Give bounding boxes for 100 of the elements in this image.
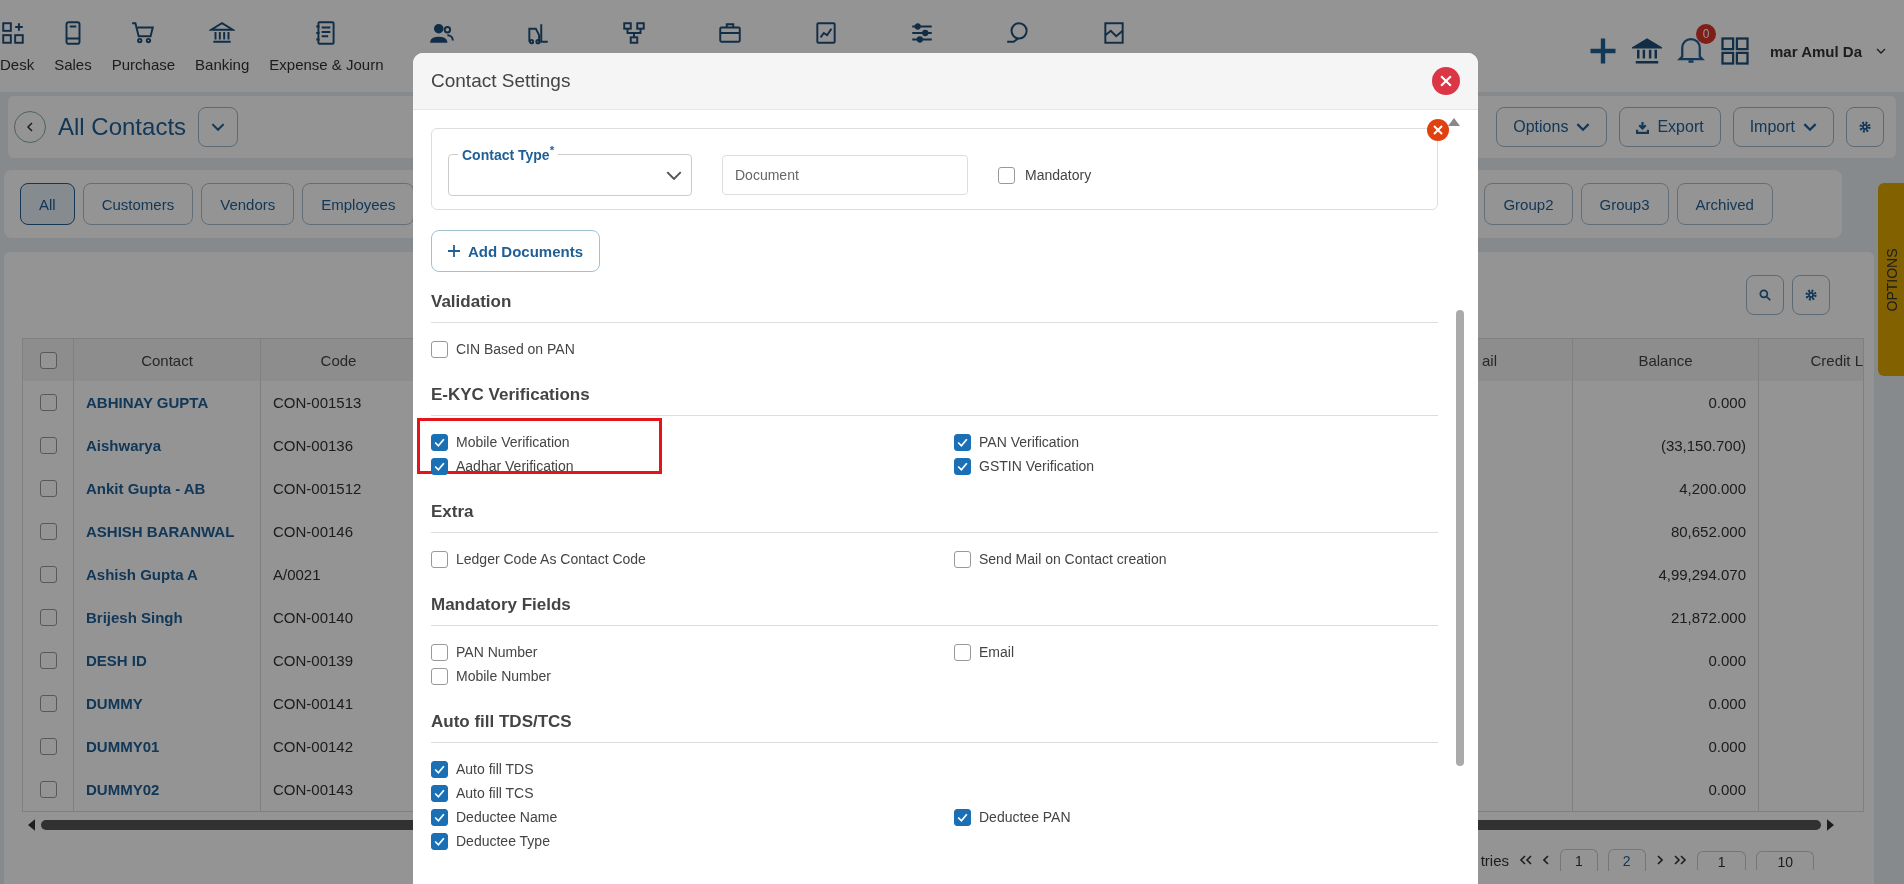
- table-cell: CON-00136: [273, 437, 354, 454]
- page-size-select[interactable]: 10: [1756, 850, 1814, 870]
- scroll-up-icon[interactable]: [1448, 118, 1460, 126]
- nav-item[interactable]: Purchase: [101, 20, 186, 73]
- chevron-down-icon: [211, 122, 226, 132]
- page-button[interactable]: 2: [1607, 849, 1646, 871]
- nav-item[interactable]: Banking: [185, 20, 260, 73]
- table-cell: CON-00143: [273, 781, 354, 798]
- scroll-left-icon[interactable]: [28, 819, 35, 831]
- checkbox-label: Deductee Type: [456, 833, 550, 849]
- checkbox-label: Mobile Number: [456, 668, 551, 684]
- table-cell: 0.000: [1708, 652, 1746, 669]
- plus-icon[interactable]: [1588, 36, 1618, 66]
- checkbox[interactable]: [954, 643, 971, 661]
- section-heading: E-KYC Verifications: [431, 375, 1438, 416]
- contact-link[interactable]: DUMMY: [86, 695, 143, 712]
- contact-link[interactable]: DUMMY01: [86, 738, 160, 755]
- settings-button[interactable]: [1846, 107, 1884, 147]
- scroll-right-icon[interactable]: [1827, 819, 1834, 831]
- column-header: Balance: [1638, 351, 1693, 369]
- table-cell: 0.000: [1708, 394, 1746, 411]
- nav-item[interactable]: Desk: [0, 20, 45, 73]
- briefcase-icon[interactable]: [716, 20, 743, 46]
- checkbox[interactable]: [431, 643, 448, 661]
- caret-icon[interactable]: [1876, 48, 1886, 54]
- page-input[interactable]: 1: [1696, 850, 1747, 870]
- column-header: Code: [320, 351, 357, 369]
- contact-link[interactable]: DUMMY02: [86, 781, 160, 798]
- network-icon[interactable]: [620, 20, 647, 46]
- row-checkbox[interactable]: [39, 738, 57, 755]
- row-checkbox[interactable]: [39, 480, 57, 497]
- checkbox[interactable]: [431, 433, 448, 451]
- cart-icon[interactable]: [130, 20, 157, 46]
- select-all-checkbox[interactable]: [39, 351, 57, 369]
- first-page-icon[interactable]: [1519, 855, 1534, 865]
- contact-link[interactable]: DESH ID: [86, 652, 147, 669]
- user-name[interactable]: mar Amul Da: [1770, 42, 1862, 60]
- checkbox[interactable]: [431, 808, 448, 826]
- row-checkbox[interactable]: [39, 781, 57, 798]
- filter-tab[interactable]: Employees: [302, 183, 415, 225]
- page-button[interactable]: 1: [1560, 849, 1598, 871]
- contact-link[interactable]: Aishwarya: [86, 437, 162, 454]
- row-checkbox[interactable]: [39, 652, 57, 669]
- bank-icon[interactable]: [1632, 36, 1662, 66]
- checkbox[interactable]: [954, 457, 971, 475]
- bank-icon[interactable]: [209, 20, 236, 46]
- table-cell: 80,652.000: [1670, 523, 1746, 540]
- settings-button[interactable]: [1792, 275, 1830, 315]
- toolbar-button[interactable]: Export: [1619, 107, 1721, 147]
- checkbox[interactable]: [431, 760, 448, 778]
- apps-icon[interactable]: [1720, 36, 1750, 66]
- checkbox[interactable]: [431, 784, 448, 802]
- contact-link[interactable]: Ashish Gupta A: [86, 566, 198, 583]
- filter-tab[interactable]: Vendors: [201, 183, 295, 225]
- vertical-scrollbar[interactable]: [1456, 310, 1464, 766]
- options-side-tab[interactable]: OPTIONS: [1878, 183, 1904, 376]
- row-checkbox[interactable]: [39, 566, 57, 583]
- checkbox[interactable]: [954, 808, 971, 826]
- row-checkbox[interactable]: [39, 695, 57, 712]
- section-heading: Auto fill TDS/TCS: [431, 702, 1438, 743]
- next-page-icon[interactable]: [1655, 855, 1663, 865]
- section-heading: Mandatory Fields: [431, 585, 1438, 626]
- row-checkbox[interactable]: [39, 523, 57, 540]
- checkbox[interactable]: [431, 457, 448, 475]
- filter-tab[interactable]: Archived: [1676, 183, 1773, 225]
- contact-type-select[interactable]: Contact Type$^{*}$: [448, 140, 692, 196]
- previous-page-icon[interactable]: [1543, 855, 1551, 865]
- filter-tab[interactable]: Customers: [82, 183, 194, 225]
- checkbox[interactable]: [431, 550, 448, 568]
- contact-link[interactable]: Ankit Gupta - AB: [86, 480, 206, 497]
- checkbox[interactable]: [954, 433, 971, 451]
- contact-link[interactable]: Brijesh Singh: [86, 609, 183, 626]
- checkbox[interactable]: [954, 550, 971, 568]
- notification-badge: 0: [1696, 24, 1716, 44]
- checkbox[interactable]: [431, 832, 448, 850]
- add-documents-button[interactable]: Add Documents: [431, 230, 600, 272]
- contact-link[interactable]: ABHINAY GUPTA: [86, 394, 209, 411]
- checkbox[interactable]: [998, 166, 1015, 184]
- chevron-down-icon: [1576, 122, 1591, 132]
- search-button[interactable]: [1746, 275, 1784, 315]
- row-checkbox[interactable]: [39, 609, 57, 626]
- checkbox-label: Mobile Verification: [456, 434, 570, 450]
- checkbox[interactable]: [431, 340, 448, 358]
- grid-icon[interactable]: [0, 20, 26, 46]
- last-page-icon[interactable]: [1672, 855, 1687, 865]
- checkbox[interactable]: [431, 667, 448, 685]
- checkbox-label: Ledger Code As Contact Code: [456, 551, 646, 567]
- document-field[interactable]: Document: [722, 155, 968, 195]
- filter-tab[interactable]: All: [20, 183, 75, 225]
- contact-link[interactable]: ASHISH BARANWAL: [86, 523, 235, 540]
- remove-icon[interactable]: [1427, 119, 1449, 141]
- filter-tab[interactable]: Group3: [1580, 183, 1669, 225]
- toolbar-button[interactable]: Import: [1732, 107, 1834, 147]
- nav-item[interactable]: Sales: [44, 20, 102, 73]
- close-icon[interactable]: [1432, 67, 1460, 95]
- row-checkbox[interactable]: [39, 394, 57, 411]
- filter-tab[interactable]: Group2: [1484, 183, 1573, 225]
- row-checkbox[interactable]: [39, 437, 57, 454]
- nav-item[interactable]: Expense & Journ: [259, 20, 394, 73]
- toolbar-button[interactable]: Options: [1496, 107, 1608, 147]
